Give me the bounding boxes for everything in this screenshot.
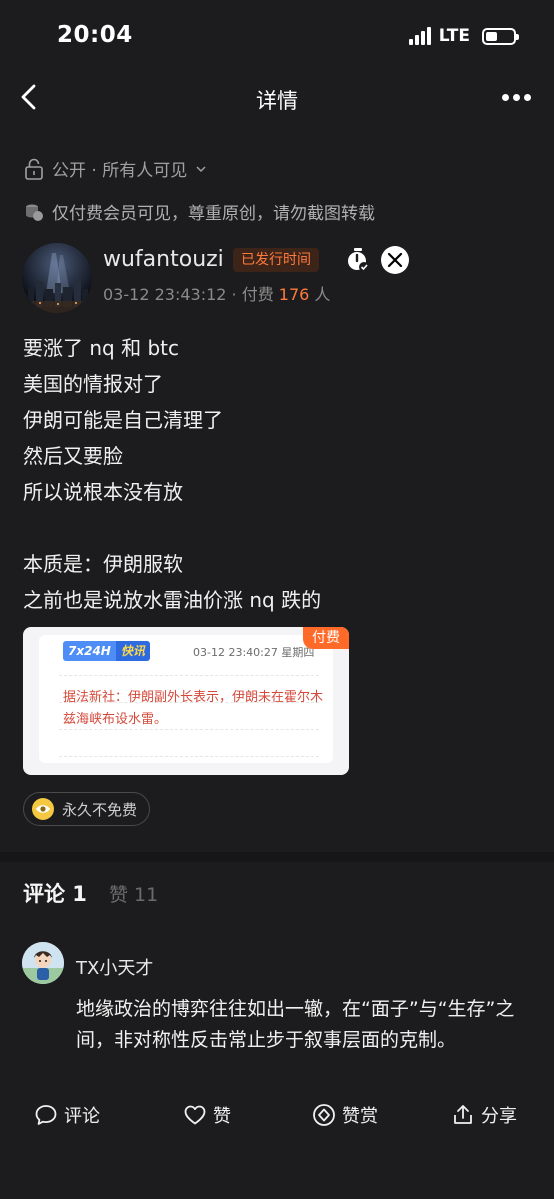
news-time: 03-12 23:40:27 星期四 — [193, 646, 315, 659]
share-icon — [454, 1105, 472, 1124]
reward-button[interactable]: 赞赏 — [312, 1102, 378, 1128]
section-divider — [0, 852, 554, 862]
post-line — [23, 510, 321, 546]
commenter-avatar[interactable] — [22, 942, 64, 984]
post-line: 本质是：伊朗服软 — [23, 552, 183, 576]
commenter-name[interactable]: TX小天才 — [76, 954, 153, 980]
reward-button-label: 赞赏 — [342, 1106, 378, 1127]
coins-icon — [26, 204, 43, 221]
more-button[interactable] — [502, 85, 534, 109]
paid-notice: 仅付费会员可见，尊重原创，请勿截图转载 — [24, 199, 375, 224]
like-button[interactable]: 赞 — [183, 1102, 231, 1128]
post-line: 所以说根本没有放 — [23, 480, 183, 504]
news-text: 据法新社：伊朗副外长表示，伊朗未在霍尔木兹海峡布设水雷。 — [63, 690, 324, 727]
status-indicators: LTE — [408, 26, 519, 46]
network-type: LTE — [438, 26, 470, 46]
visibility-selector[interactable]: 公开 · 所有人可见 — [24, 156, 207, 181]
post-time: 03-12 23:43:12 · 付费 — [103, 285, 279, 304]
author-name[interactable]: wufantouzi — [103, 247, 224, 272]
comment-bubble-icon — [35, 1105, 57, 1125]
share-button[interactable]: 分享 — [451, 1102, 517, 1128]
post-meta: 03-12 23:43:12 · 付费 176 人 — [103, 281, 330, 305]
nav-bar: 详情 — [0, 74, 554, 124]
paid-corner-badge: 付费 — [303, 627, 349, 649]
unlock-icon — [25, 158, 43, 180]
reward-coin-icon — [313, 1104, 335, 1126]
comment-tabs: 评论 1 赞 11 — [23, 878, 158, 908]
news-tag-7x24: 7x24H — [63, 641, 116, 661]
more-dot-icon — [524, 93, 531, 101]
share-button-label: 分享 — [481, 1106, 517, 1127]
timer-check-icon — [345, 247, 371, 273]
post-line: 伊朗可能是自己清理了 — [23, 408, 223, 432]
tab-likes[interactable]: 赞 11 — [109, 880, 158, 907]
post-line: 然后又要脸 — [23, 444, 123, 468]
bottom-action-bar: 评论 赞 赞赏 分享 — [0, 1082, 554, 1199]
post-line: 美国的情报对了 — [23, 372, 163, 396]
comment-button[interactable]: 评论 — [34, 1102, 100, 1128]
visibility-label: 公开 · 所有人可见 — [52, 161, 188, 181]
author-avatar[interactable] — [22, 243, 92, 313]
page-title: 详情 — [256, 89, 298, 113]
comment-button-label: 评论 — [64, 1106, 100, 1127]
more-dot-icon — [502, 93, 509, 101]
status-bar: 20:04 LTE — [0, 0, 554, 74]
status-time: 20:04 — [57, 22, 133, 48]
x-logo-icon[interactable] — [381, 246, 409, 274]
paid-count: 176 — [278, 285, 310, 304]
paid-count-unit: 人 — [309, 285, 331, 304]
news-tag: 7x24H 快讯 — [63, 641, 150, 661]
like-button-label: 赞 — [213, 1106, 231, 1127]
post-line: 之前也是说放水雷油价涨 nq 跌的 — [23, 588, 322, 612]
chevron-down-icon — [196, 165, 206, 172]
more-dot-icon — [513, 93, 520, 101]
paid-notice-text: 仅付费会员可见，尊重原创，请勿截图转载 — [52, 204, 375, 224]
comment-text: 地缘政治的博弈往往如出一辙，在“面子”与“生存”之间，非对称性反击常止步于叙事层… — [76, 998, 515, 1051]
author-header: wufantouzi 已发行时间 03-12 23:43:12 · 付费 176… — [22, 243, 532, 313]
eye-icon — [32, 798, 54, 820]
tab-comments[interactable]: 评论 1 — [23, 878, 87, 908]
signal-icon — [408, 27, 431, 45]
heart-icon — [184, 1105, 206, 1125]
anime-character-image — [22, 942, 64, 984]
never-free-tag[interactable]: 永久不免费 — [23, 792, 151, 826]
news-image-card[interactable]: 7x24H 快讯 03-12 23:40:27 星期四 据法新社：伊朗副外长表示… — [23, 627, 349, 775]
never-free-label: 永久不免费 — [62, 800, 138, 819]
status-badge: 已发行时间 — [233, 248, 319, 272]
news-tag-flash: 快讯 — [115, 641, 150, 661]
city-skyline-image — [22, 243, 92, 313]
post-line: 要涨了 nq 和 btc — [23, 336, 179, 360]
post-content: 要涨了 nq 和 btc 美国的情报对了 伊朗可能是自己清理了 然后又要脸 所以… — [23, 330, 321, 618]
battery-icon — [482, 27, 519, 45]
